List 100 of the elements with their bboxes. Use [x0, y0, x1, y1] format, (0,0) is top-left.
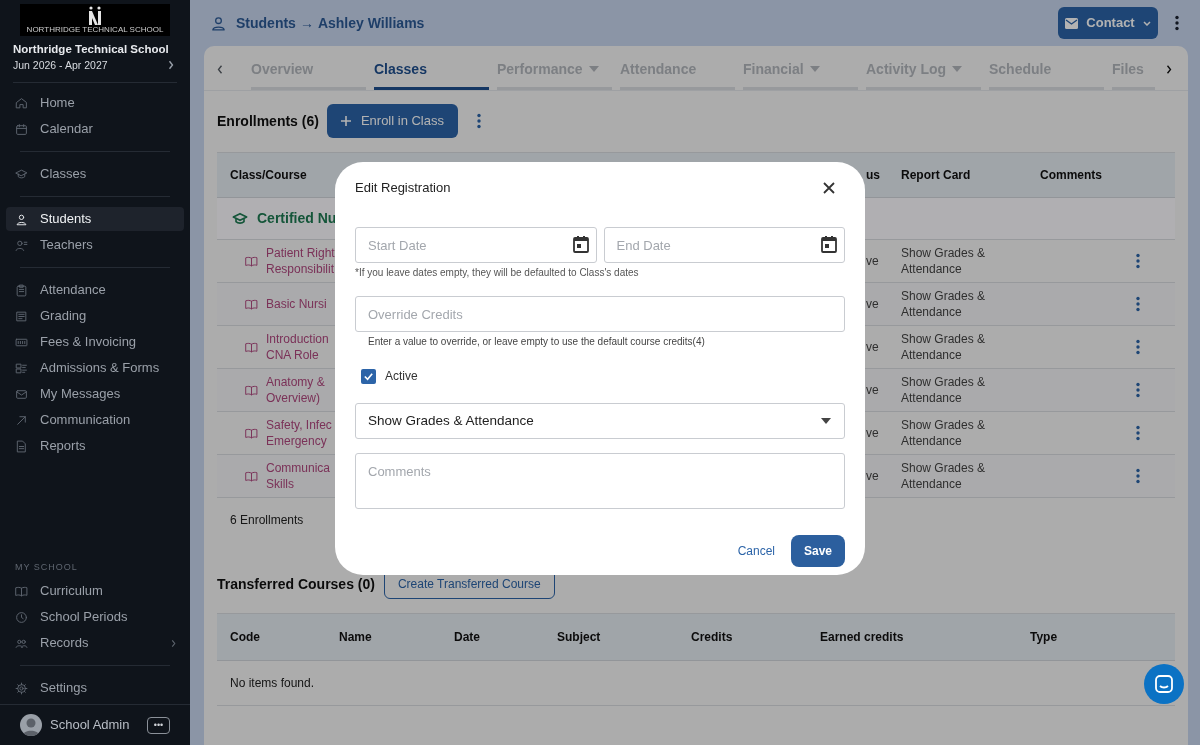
table-cell-text: Show Grades & Attendance [901, 331, 987, 363]
user-name: School Admin [50, 716, 131, 735]
more-icon[interactable] [477, 113, 481, 129]
sidebar-item[interactable]: Teachers [6, 233, 184, 257]
caret-icon [952, 66, 963, 72]
graduation-cap-icon [15, 167, 28, 181]
calendar-icon[interactable] [572, 236, 589, 253]
sidebar-item[interactable]: Curriculum [6, 579, 184, 603]
column-header: Comments [1040, 167, 1103, 184]
logo-mark-icon [87, 6, 103, 25]
more-button[interactable] [1136, 382, 1140, 398]
enroll-button[interactable]: Enroll in Class [326, 104, 458, 138]
table-cell-text: ve [866, 296, 880, 313]
comments-field[interactable]: Comments [355, 453, 845, 509]
settings-icon [15, 681, 28, 695]
more-button[interactable] [1136, 425, 1140, 441]
course-link[interactable]: Communica Skills [266, 460, 331, 492]
breadcrumb-current: Ashley Williams [317, 13, 425, 33]
sidebar-item[interactable]: Fees & Invoicing [6, 330, 184, 354]
calendar-icon [15, 122, 28, 136]
book-icon [245, 426, 258, 440]
mail-icon [1065, 17, 1079, 29]
tab[interactable]: Classes [374, 46, 489, 90]
cancel-button[interactable]: Cancel [731, 535, 781, 567]
chevron-right-icon[interactable] [1166, 64, 1172, 75]
clipboard-icon [15, 283, 28, 297]
table-cell-text: ve [866, 425, 880, 442]
sidebar-item[interactable]: My Messages [6, 382, 184, 406]
book-icon [15, 584, 28, 598]
contact-button[interactable]: Contact [1058, 7, 1158, 39]
course-link[interactable]: Introduction CNA Role [266, 331, 329, 363]
more-button[interactable] [1136, 253, 1140, 269]
sidebar-item[interactable]: Attendance [6, 278, 184, 302]
form-icon [15, 361, 28, 375]
caret-icon [809, 66, 820, 72]
table-cell-text: Show Grades & Attendance [901, 374, 987, 406]
column-header: Code [230, 629, 261, 646]
column-header: Credits [691, 629, 734, 646]
chevron-right-icon[interactable] [168, 60, 174, 70]
avatar [20, 714, 42, 736]
more-icon[interactable] [1175, 15, 1179, 31]
sidebar-item[interactable]: Home [6, 91, 184, 115]
table-cell-text: ve [866, 468, 880, 485]
more-button[interactable] [1136, 339, 1140, 355]
empty-message: No items found. [230, 675, 315, 692]
logo-caption: NORTHRIDGE TECHNICAL SCHOOL [26, 25, 164, 35]
sidebar-item[interactable]: Settings [6, 676, 184, 700]
user-icon [210, 14, 227, 32]
table-cell-text: Show Grades & Attendance [901, 460, 987, 492]
course-link[interactable]: Basic Nursi [266, 296, 327, 312]
book-icon [245, 254, 258, 268]
more-button[interactable]: ••• [147, 716, 170, 734]
section-title: Enrollments (6) [217, 111, 319, 131]
dialog-title: Edit Registration [355, 179, 451, 198]
save-button[interactable]: Save [791, 535, 845, 567]
sidebar-item[interactable]: Records [6, 631, 184, 655]
close-button[interactable] [823, 182, 835, 194]
sidebar-item[interactable]: Reports [6, 434, 184, 458]
column-header: Subject [557, 629, 602, 646]
book-icon [245, 383, 258, 397]
chat-icon [1155, 675, 1173, 693]
sidebar-item[interactable]: Grading [6, 304, 184, 328]
section-title: Transferred Courses (0) [217, 574, 375, 594]
sidebar-item[interactable]: Classes [6, 162, 184, 186]
breadcrumb-link[interactable]: Students [236, 12, 296, 34]
section-title: MY SCHOOL [14, 561, 79, 573]
course-link[interactable]: Patient Right Responsibilit [266, 245, 335, 277]
course-link[interactable]: Anatomy & Overview) [266, 374, 325, 406]
more-button[interactable] [1136, 468, 1140, 484]
sidebar-item[interactable]: Calendar [6, 117, 184, 141]
chevron-left-icon[interactable] [217, 64, 223, 75]
column-header: Type [1030, 629, 1059, 646]
book-icon [245, 340, 258, 354]
column-header: us [866, 167, 881, 184]
users-icon [15, 238, 28, 252]
calendar-icon[interactable] [821, 236, 837, 253]
file-icon [15, 439, 28, 453]
helper-text: *If you leave dates empty, they will be defaulted to Class's dates [355, 267, 640, 279]
sidebar-item[interactable]: Communication [6, 408, 184, 432]
sidebar-item[interactable]: Admissions & Forms [6, 356, 184, 380]
course-link[interactable]: Safety, Infec Emergency [266, 417, 332, 449]
table-footer-text: 6 Enrollments [230, 512, 304, 529]
report-card-select[interactable]: Show Grades & Attendance [355, 403, 845, 439]
more-button[interactable] [1136, 296, 1140, 312]
graduation-cap-icon [232, 211, 248, 226]
plus-icon [340, 116, 351, 126]
book-icon [245, 469, 258, 483]
end-date-field[interactable]: End Date [603, 227, 845, 263]
active-checkbox[interactable] [361, 368, 376, 384]
table-cell-text: Show Grades & Attendance [901, 288, 987, 320]
sidebar-item[interactable]: School Periods [6, 605, 184, 629]
school-period[interactable]: Jun 2026 - Apr 2027 [13, 57, 108, 73]
table-cell-text: Show Grades & Attendance [901, 417, 987, 449]
sidebar-item[interactable]: Students [6, 207, 184, 231]
credits-field[interactable]: Override Credits [355, 296, 845, 332]
start-date-field[interactable]: Start Date [355, 227, 597, 263]
clock-icon [15, 610, 28, 624]
table-cell-text: ve [866, 339, 880, 356]
mail-icon [15, 387, 28, 401]
home-icon [15, 96, 28, 110]
